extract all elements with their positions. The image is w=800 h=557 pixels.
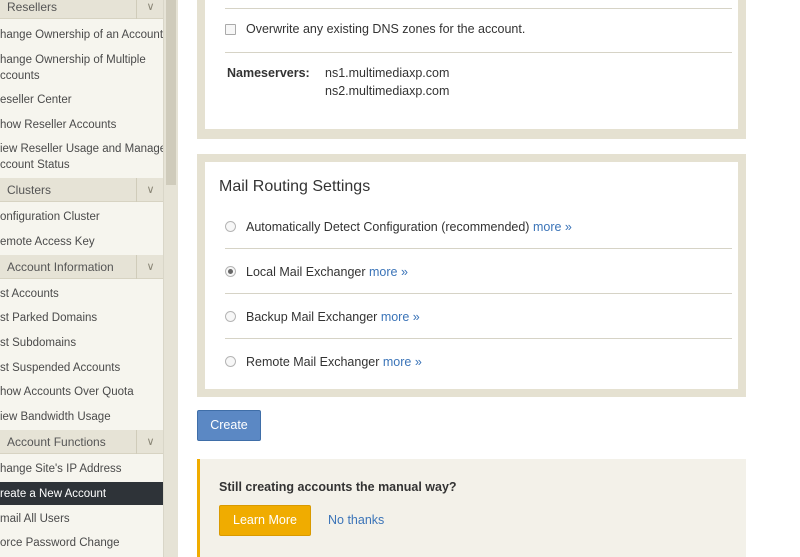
mail-routing-content: Mail Routing Settings Automatically Dete… [205, 162, 738, 389]
option-backup-exchanger[interactable]: Backup Mail Exchanger more » [246, 310, 420, 324]
divider [225, 248, 732, 249]
sidebar-item-label: hange Ownership of Multiple [0, 54, 146, 66]
sidebar-item-label-cont: ccount Status [0, 159, 70, 171]
sidebar-section-label: Account Functions [7, 435, 106, 449]
option-label: Backup Mail Exchanger [246, 310, 378, 324]
option-label: Local Mail Exchanger [246, 265, 366, 279]
radio-remote-exchanger[interactable] [225, 356, 236, 367]
sidebar-item-label: iew Reseller Usage and Manage [0, 143, 164, 155]
promo-banner: Still creating accounts the manual way? … [197, 459, 746, 557]
sidebar-item-list-suspended[interactable]: st Suspended Accounts [0, 360, 163, 376]
sidebar-item-show-reseller-accounts[interactable]: how Reseller Accounts [0, 117, 163, 133]
sidebar-item-create-account[interactable]: reate a New Account [0, 482, 163, 505]
sidebar-item-list-subdomains[interactable]: st Subdomains [0, 335, 163, 351]
option-label: Remote Mail Exchanger [246, 355, 380, 369]
mail-routing-panel: Mail Routing Settings Automatically Dete… [197, 154, 746, 397]
sidebar-item-change-ownership-multiple[interactable]: hange Ownership of Multiple ccounts [0, 52, 163, 84]
learn-more-button[interactable]: Learn More [219, 505, 311, 536]
nameserver-2: ns2.multimediaxp.com [325, 84, 450, 98]
sidebar-item-label: eseller Center [0, 94, 72, 106]
sidebar-item-over-quota[interactable]: how Accounts Over Quota [0, 384, 163, 400]
more-link[interactable]: more » [383, 355, 422, 369]
option-remote-exchanger[interactable]: Remote Mail Exchanger more » [246, 355, 422, 369]
sidebar-section-resellers[interactable]: Resellers ∨ [0, 0, 163, 19]
sidebar-item-list-accounts[interactable]: st Accounts [0, 286, 163, 302]
sidebar-item-label: onfiguration Cluster [0, 211, 100, 223]
sidebar-item-label: st Accounts [0, 288, 59, 300]
chevron-down-icon[interactable]: ∨ [136, 0, 163, 19]
sidebar-item-email-users[interactable]: mail All Users [0, 511, 163, 527]
radio-local-exchanger[interactable] [225, 266, 236, 277]
more-link[interactable]: more » [533, 220, 572, 234]
more-link[interactable]: more » [381, 310, 420, 324]
sidebar-item-reseller-usage[interactable]: iew Reseller Usage and Manage ccount Sta… [0, 141, 164, 173]
sidebar-section-account-information[interactable]: Account Information ∨ [0, 255, 163, 279]
nameserver-1: ns1.multimediaxp.com [325, 66, 450, 80]
option-auto-detect[interactable]: Automatically Detect Configuration (reco… [246, 220, 572, 234]
create-button[interactable]: Create [197, 410, 261, 441]
divider [225, 293, 732, 294]
divider [225, 8, 732, 9]
sidebar-item-label: iew Bandwidth Usage [0, 411, 111, 423]
no-thanks-link[interactable]: No thanks [328, 513, 384, 527]
dns-settings-content: Overwrite any existing DNS zones for the… [205, 0, 738, 129]
option-label: Automatically Detect Configuration (reco… [246, 220, 530, 234]
sidebar-section-account-functions[interactable]: Account Functions ∨ [0, 430, 163, 454]
sidebar-section-clusters[interactable]: Clusters ∨ [0, 178, 163, 202]
sidebar-item-label: how Reseller Accounts [0, 119, 117, 131]
sidebar-item-force-password[interactable]: orce Password Change [0, 535, 163, 551]
sidebar: Resellers ∨ hange Ownership of an Accoun… [0, 0, 164, 557]
more-link[interactable]: more » [369, 265, 408, 279]
chevron-down-icon[interactable]: ∨ [136, 178, 163, 202]
sidebar-item-label: reate a New Account [0, 488, 107, 500]
option-local-exchanger[interactable]: Local Mail Exchanger more » [246, 265, 408, 279]
sidebar-item-list-parked-domains[interactable]: st Parked Domains [0, 310, 163, 326]
sidebar-item-reseller-center[interactable]: eseller Center [0, 92, 163, 108]
sidebar-section-label: Account Information [7, 260, 114, 274]
chevron-down-icon[interactable]: ∨ [136, 255, 163, 279]
chevron-down-icon[interactable]: ∨ [136, 430, 163, 454]
sidebar-item-label: st Subdomains [0, 337, 77, 349]
sidebar-item-configuration-cluster[interactable]: onfiguration Cluster [0, 209, 163, 225]
sidebar-item-label-cont: ccounts [0, 70, 40, 82]
sidebar-item-label: emote Access Key [0, 236, 95, 248]
sidebar-item-label: hange Site's IP Address [0, 463, 122, 475]
overwrite-dns-label: Overwrite any existing DNS zones for the… [246, 22, 526, 36]
sidebar-item-remote-access-key[interactable]: emote Access Key [0, 234, 163, 250]
radio-auto-detect[interactable] [225, 221, 236, 232]
sidebar-item-label: mail All Users [0, 513, 70, 525]
divider [225, 338, 732, 339]
sidebar-section-label: Clusters [7, 183, 52, 197]
dns-settings-panel: Overwrite any existing DNS zones for the… [197, 0, 746, 139]
sidebar-item-change-ownership[interactable]: hange Ownership of an Account [0, 27, 164, 43]
sidebar-scrollbar-thumb[interactable] [166, 0, 176, 185]
overwrite-dns-checkbox[interactable] [225, 24, 236, 35]
sidebar-item-label: hange Ownership of an Account [0, 29, 164, 41]
nameservers-label: Nameservers: [227, 66, 310, 80]
radio-backup-exchanger[interactable] [225, 311, 236, 322]
sidebar-item-change-ip[interactable]: hange Site's IP Address [0, 461, 163, 477]
divider [225, 52, 732, 53]
sidebar-item-label: orce Password Change [0, 537, 120, 549]
promo-question: Still creating accounts the manual way? [219, 480, 457, 494]
sidebar-item-bandwidth-usage[interactable]: iew Bandwidth Usage [0, 409, 163, 425]
sidebar-section-label: Resellers [7, 0, 58, 14]
mail-routing-title: Mail Routing Settings [219, 178, 371, 195]
sidebar-item-label: how Accounts Over Quota [0, 386, 134, 398]
sidebar-item-label: st Parked Domains [0, 312, 98, 324]
sidebar-item-label: st Suspended Accounts [0, 362, 121, 374]
